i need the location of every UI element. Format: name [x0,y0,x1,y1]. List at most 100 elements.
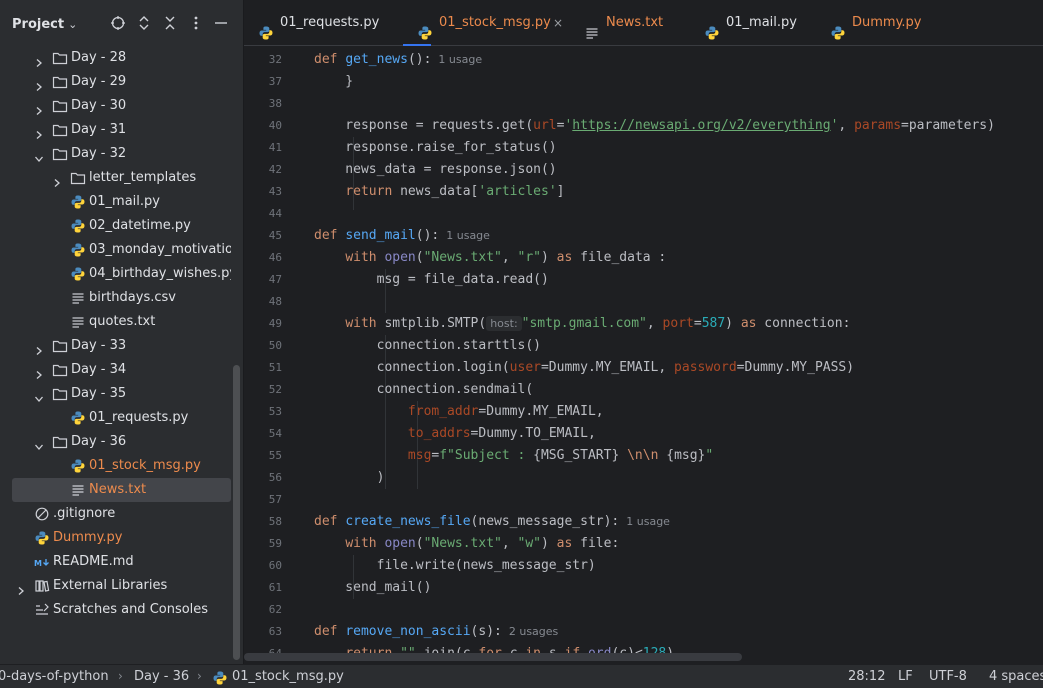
chevron-right-icon[interactable] [34,53,44,67]
code-token: (news_message_str): [470,514,620,529]
line-number: 49 [268,317,282,330]
code-line[interactable]: msg=f"Subject : {MSG_START} \n\n {msg}" [314,445,713,467]
chevron-right-icon[interactable] [34,365,44,379]
code-line[interactable]: def send_mail(): 1 usage [314,225,490,247]
code-line[interactable]: file.write(news_message_str) [314,555,596,577]
code-token: from_addr [407,404,479,419]
caret-position[interactable]: 28:12 [848,669,885,684]
chevron-down-icon[interactable] [34,437,44,450]
tree-item-label: Day - 31 [71,122,127,137]
breadcrumb-folder[interactable]: Day - 36 [134,669,189,684]
tree-item[interactable]: External Libraries [0,574,231,598]
tree-item[interactable]: Day - 29 [0,70,231,94]
status-bar: 0-days-of-python › Day - 36 › 01_stock_m… [0,664,1043,688]
tree-item[interactable]: 01_mail.py [0,190,231,214]
tree-item[interactable]: birthdays.csv [0,286,231,310]
code-line[interactable]: to_addrs=Dummy.TO_EMAIL, [314,423,596,445]
breadcrumb-file[interactable]: 01_stock_msg.py [232,669,344,684]
chevron-right-icon[interactable] [34,77,44,91]
tree-item[interactable]: Day - 35 [0,382,231,406]
code-token: 587 [701,316,726,331]
usage-hint[interactable]: 1 usage [439,229,490,242]
tree-item[interactable]: News.txt [12,478,231,502]
code-line[interactable]: } [314,71,353,93]
hide-panel-icon[interactable] [212,14,230,32]
chevron-down-icon[interactable] [34,389,44,402]
tree-item[interactable]: 04_birthday_wishes.py [0,262,231,286]
usage-hint[interactable]: 2 usages [502,625,558,638]
code-line[interactable]: response.raise_for_status() [314,137,556,159]
tree-item[interactable]: Day - 32 [0,142,231,166]
code-line[interactable]: def remove_non_ascii(s): 2 usages [314,621,558,643]
code-line[interactable]: def get_news(): 1 usage [314,49,482,71]
tree-item[interactable]: Day - 36 [0,430,231,454]
tree-item[interactable]: Day - 31 [0,118,231,142]
tree-item[interactable]: Day - 33 [0,334,231,358]
tree-item[interactable]: 01_stock_msg.py [0,454,231,478]
code-line[interactable]: with smtplib.SMTP(host: "smtp.gmail.com",… [314,313,850,335]
code-token: , [501,250,518,265]
editor-tab-label: News.txt [606,15,664,30]
code-line[interactable]: with open("News.txt", "w") as file: [314,533,619,555]
code-line[interactable]: connection.login(user=Dummy.MY_EMAIL, pa… [314,357,854,379]
tree-item-label: birthdays.csv [89,290,176,305]
tree-item[interactable]: .gitignore [0,502,231,526]
chevron-right-icon[interactable] [34,341,44,355]
code-token: def [314,624,346,639]
line-separator-indicator[interactable]: LF [898,669,913,684]
code-line[interactable]: ) [314,467,385,489]
tree-item[interactable]: Dummy.py [0,526,231,550]
tree-item[interactable]: Day - 34 [0,358,231,382]
code-line[interactable]: news_data = response.json() [314,159,556,181]
code-line[interactable]: connection.sendmail( [314,379,534,401]
collapse-all-icon[interactable] [161,14,179,32]
tree-item-label: 01_requests.py [89,410,189,425]
tree-item[interactable]: letter_templates [0,166,231,190]
tree-item[interactable]: Day - 30 [0,94,231,118]
breadcrumb-project[interactable]: 0-days-of-python [0,669,109,684]
project-scrollbar[interactable] [233,365,240,660]
usage-hint[interactable]: 1 usage [431,53,482,66]
python-file-icon [704,15,720,40]
tree-item[interactable]: 01_requests.py [0,406,231,430]
code-line[interactable]: connection.starttls() [314,335,541,357]
tree-item[interactable]: 03_monday_motivation.py [0,238,231,262]
folder-icon [70,170,86,186]
chevron-down-icon[interactable] [34,149,44,162]
code-token: =Dummy.TO_EMAIL, [470,426,596,441]
code-line[interactable]: return news_data['articles'] [314,181,564,203]
tree-item[interactable]: Day - 28 [0,46,231,70]
code-line[interactable]: def create_news_file(news_message_str): … [314,511,670,533]
editor-tab-label: Dummy.py [852,15,922,30]
tree-item-label: Day - 30 [71,98,127,113]
chevron-right-icon[interactable] [16,581,26,595]
code-line[interactable]: from_addr=Dummy.MY_EMAIL, [314,401,604,423]
project-view-selector[interactable]: Project ⌄ [12,17,77,32]
code-line[interactable]: send_mail() [314,577,431,599]
close-tab-icon[interactable]: × [553,0,563,46]
editor-horizontal-scrollbar[interactable] [244,653,742,661]
indent-indicator[interactable]: 4 spaces [989,669,1043,684]
locate-file-icon[interactable] [109,14,127,32]
chevron-right-icon[interactable] [34,101,44,115]
options-menu-icon[interactable] [187,14,205,32]
code-editor[interactable]: def get_news(): 1 usage } response = req… [314,46,1043,664]
python-file-icon [258,15,274,40]
tree-item[interactable]: Scratches and Consoles [0,598,231,622]
file-encoding-indicator[interactable]: UTF-8 [929,669,967,684]
tree-item[interactable]: M README.md [0,550,231,574]
scratches-icon [34,602,50,618]
chevron-right-icon[interactable] [34,125,44,139]
chevron-right-icon[interactable] [52,173,62,187]
code-line[interactable]: msg = file_data.read() [314,269,549,291]
code-line[interactable]: with open("News.txt", "r") as file_data … [314,247,666,269]
tree-item[interactable]: 02_datetime.py [0,214,231,238]
code-line[interactable]: response = requests.get(url='https://new… [314,115,995,137]
breadcrumb-separator: › [118,669,123,683]
tree-item-label: 02_datetime.py [89,218,191,233]
expand-all-icon[interactable] [135,14,153,32]
tree-item[interactable]: quotes.txt [0,310,231,334]
usage-hint[interactable]: 1 usage [619,515,670,528]
